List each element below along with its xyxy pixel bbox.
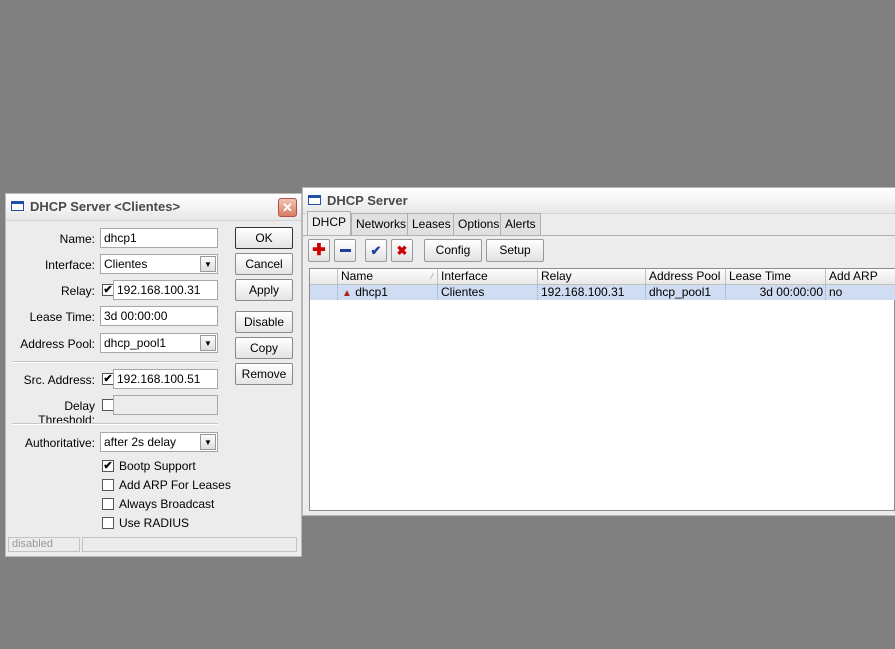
window-icon	[308, 195, 321, 205]
config-button[interactable]: Config	[424, 239, 482, 262]
enable-button[interactable]: ✔	[365, 239, 387, 262]
relay-field[interactable]: 192.168.100.31	[113, 280, 218, 300]
plus-icon: ✚	[312, 242, 326, 259]
tab-networks[interactable]: Networks	[351, 213, 412, 235]
main-titlebar[interactable]: DHCP Server	[303, 188, 895, 214]
servers-table: Name ⁄ Interface Relay Address Pool Leas…	[309, 268, 895, 511]
check-icon: ✔	[370, 243, 382, 258]
authoritative-label: Authoritative:	[24, 436, 95, 450]
x-icon: ✖	[396, 243, 408, 258]
column-header-add-arp[interactable]: Add ARP	[826, 269, 895, 285]
row-relay-cell: 192.168.100.31	[538, 285, 646, 300]
ok-button[interactable]: OK	[235, 227, 293, 249]
setup-button[interactable]: Setup	[486, 239, 544, 262]
column-header-flags[interactable]	[310, 269, 338, 285]
window-icon	[11, 201, 24, 211]
authoritative-select[interactable]: after 2s delay ▼	[100, 432, 218, 452]
column-header-address-pool[interactable]: Address Pool	[646, 269, 726, 285]
remove-item-button[interactable]	[334, 239, 356, 262]
column-header-relay[interactable]: Relay	[538, 269, 646, 285]
column-header-lease-time[interactable]: Lease Time	[726, 269, 826, 285]
row-flags-cell	[310, 285, 338, 300]
authoritative-value: after 2s delay	[104, 435, 177, 449]
minus-icon	[339, 249, 351, 253]
disable-button[interactable]: Disable	[235, 311, 293, 333]
divider	[12, 423, 218, 425]
divider	[12, 361, 218, 363]
tab-options[interactable]: Options	[453, 213, 505, 235]
name-label: Name:	[59, 232, 95, 246]
row-name-cell: ▲ dhcp1	[338, 285, 438, 300]
remove-button[interactable]: Remove	[235, 363, 293, 385]
column-header-interface[interactable]: Interface	[438, 269, 538, 285]
always-broadcast-checkbox[interactable]	[102, 498, 114, 510]
status-bar-field	[82, 537, 297, 552]
tab-leases[interactable]: Leases	[407, 213, 456, 235]
close-icon[interactable]: ✕	[278, 198, 297, 217]
server-icon: ▲	[342, 288, 352, 299]
row-address-pool-cell: dhcp_pool1	[646, 285, 726, 300]
add-arp-label: Add ARP For Leases	[119, 478, 231, 492]
always-broadcast-label: Always Broadcast	[119, 497, 215, 511]
add-arp-checkbox[interactable]	[102, 479, 114, 491]
chevron-down-icon[interactable]: ▼	[200, 256, 216, 272]
use-radius-checkbox[interactable]	[102, 517, 114, 529]
dhcp-server-dialog: DHCP Server <Clientes> ✕ Name: dhcp1 Int…	[5, 193, 302, 557]
dialog-title: DHCP Server <Clientes>	[30, 199, 181, 214]
address-pool-value: dhcp_pool1	[104, 336, 167, 350]
interface-label: Interface:	[44, 258, 95, 272]
name-field[interactable]: dhcp1	[100, 228, 218, 248]
row-add-arp-cell: no	[826, 285, 895, 300]
tab-dhcp[interactable]: DHCP	[307, 211, 352, 235]
bootp-support-checkbox[interactable]: ✔	[102, 460, 114, 472]
disable-item-button[interactable]: ✖	[391, 239, 413, 262]
dhcp-server-window: DHCP Server DHCP Networks Leases Options…	[302, 187, 895, 516]
interface-value: Clientes	[104, 257, 148, 271]
apply-button[interactable]: Apply	[235, 279, 293, 301]
tab-strip-border	[303, 235, 895, 236]
use-radius-label: Use RADIUS	[119, 516, 190, 530]
chevron-down-icon[interactable]: ▼	[200, 434, 216, 450]
row-name: dhcp1	[355, 285, 388, 299]
sort-icon: ⁄	[431, 272, 433, 281]
column-header-label: Name	[341, 269, 374, 283]
lease-time-label: Lease Time:	[29, 310, 95, 324]
add-button[interactable]: ✚	[308, 239, 330, 262]
dialog-titlebar[interactable]: DHCP Server <Clientes> ✕	[6, 194, 301, 221]
relay-label: Relay:	[60, 284, 95, 298]
lease-time-field[interactable]: 3d 00:00:00	[100, 306, 218, 326]
row-lease-time-cell: 3d 00:00:00	[726, 285, 826, 300]
row-interface-cell: Clientes	[438, 285, 538, 300]
chevron-down-icon[interactable]: ▼	[200, 335, 216, 351]
src-address-field[interactable]: 192.168.100.51	[113, 369, 218, 389]
status-badge: disabled	[8, 537, 80, 552]
column-header-name[interactable]: Name ⁄	[338, 269, 438, 285]
address-pool-label: Address Pool:	[20, 337, 95, 351]
copy-button[interactable]: Copy	[235, 337, 293, 359]
cancel-button[interactable]: Cancel	[235, 253, 293, 275]
main-title: DHCP Server	[327, 193, 408, 208]
src-address-label: Src. Address:	[23, 373, 95, 387]
interface-select[interactable]: Clientes ▼	[100, 254, 218, 274]
tab-alerts[interactable]: Alerts	[500, 213, 541, 235]
bootp-support-label: Bootp Support	[119, 459, 196, 473]
address-pool-select[interactable]: dhcp_pool1 ▼	[100, 333, 218, 353]
delay-threshold-field[interactable]	[113, 395, 218, 415]
